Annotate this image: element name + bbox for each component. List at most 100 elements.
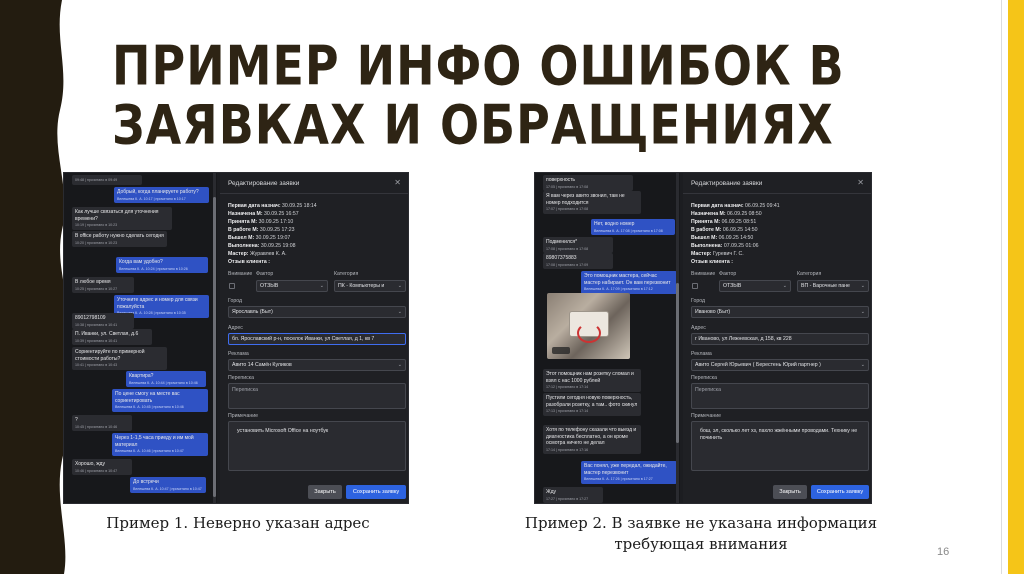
chevron-down-icon: ⌄ xyxy=(860,309,865,315)
chevron-down-icon: ⌄ xyxy=(860,283,865,289)
address-input[interactable]: г Иваново, ул Лежневская, д 158, кв 228 xyxy=(691,333,869,345)
chat-scrollbar[interactable] xyxy=(213,173,216,503)
close-button[interactable]: Закрыть xyxy=(773,485,807,499)
info-line: Принята М: 30.09.25 17:10 xyxy=(228,219,294,225)
ad-select[interactable]: Авито 14 Самён Куликов ⌄ xyxy=(228,359,406,371)
city-label: Город xyxy=(691,298,706,304)
info-line: Отзыв клиента : xyxy=(228,259,270,265)
category-select[interactable]: ПК - Компьютеры и ⌄ xyxy=(334,280,406,292)
slide-title: ПРИМЕР ИНФО ОШИБОК В ЗАЯВКАХ И ОБРАЩЕНИЯ… xyxy=(112,33,845,157)
category-label: Категория xyxy=(334,271,359,277)
city-select[interactable]: Ярославль (Быт) ⌄ xyxy=(228,306,406,318)
accent-bar xyxy=(1008,0,1024,574)
info-line: Первая дата назнач: 30.09.25 18:14 xyxy=(228,203,317,209)
wire-image xyxy=(577,323,601,343)
chat-message: Это помощник мастера, сейчас мастер наби… xyxy=(581,271,677,294)
panel-divider xyxy=(683,193,871,194)
correspondence-label: Переписка xyxy=(228,375,254,381)
chat-message: Жду 17:27 | прочитано в 17:27 xyxy=(543,487,603,503)
chat-message: В любое время 10:25 | прочитано в 10:27 xyxy=(72,277,134,293)
city-label: Город xyxy=(228,298,243,304)
address-label: Адрес xyxy=(228,325,243,331)
info-line: Отзыв клиента : xyxy=(691,259,733,265)
info-line: Мастер: Журавлев К. А. xyxy=(228,251,287,257)
chat-message: 89807375883 17:08 | прочитано в 17:09 xyxy=(543,253,613,269)
chat-message: Хорошо, жду 10:46 | прочитано в 10:47 xyxy=(72,459,132,475)
info-line: Назначена М: 30.09.25 16:57 xyxy=(228,211,299,217)
correspondence-textarea[interactable]: Переписка xyxy=(691,383,869,409)
chat-message: П. Иванки, ул. Светлая, д.6 10:39 | прочи… xyxy=(72,329,152,345)
close-icon[interactable]: ✕ xyxy=(857,178,864,187)
close-button[interactable]: Закрыть xyxy=(308,485,342,499)
page-number: 16 xyxy=(937,546,950,558)
note-textarea[interactable]: бош, эл, сколько лет хз, пахло жжёнными … xyxy=(691,421,869,471)
chevron-down-icon: ⌄ xyxy=(782,283,787,289)
chat-message: Добрый, когда планируете работу? Велешева… xyxy=(114,187,209,203)
panel-title: Редактирование заявки xyxy=(228,180,300,187)
correspondence-textarea[interactable]: Переписка xyxy=(228,383,406,409)
chat-message: ? 10:45 | прочитано в 10:46 xyxy=(72,415,132,431)
info-line: Принята М: 06.09.25 08:51 xyxy=(691,219,757,225)
photo-controls[interactable] xyxy=(552,347,570,354)
info-line: Вышел М: 06.09.25 14:50 xyxy=(691,235,754,241)
chat-panel: поверхность 17:05 | прочитано в 17:08 Я в… xyxy=(535,173,680,503)
chat-message: Как лучше связаться для уточнения времен… xyxy=(72,207,172,230)
chat-message: По цене смогу на месте вас сориентироват… xyxy=(112,389,208,412)
example2-caption: Пример 2. В заявке не указана информация… xyxy=(524,514,878,553)
chat-message: Нет, водно номер Велешева К. А. 17:08 | п… xyxy=(591,219,675,235)
correspondence-label: Переписка xyxy=(691,375,717,381)
factor-select[interactable]: ОТЗЫВ ⌄ xyxy=(256,280,328,292)
factor-label: Фактор xyxy=(719,271,737,277)
address-label: Адрес xyxy=(691,325,706,331)
chat-panel: 09:48 | прочитано в 09:49 Добрый, когда … xyxy=(64,173,217,503)
attention-label: Внимание xyxy=(228,271,253,277)
note-label: Примечание xyxy=(228,413,259,419)
chat-message: поверхность 17:05 | прочитано в 17:08 xyxy=(543,175,633,191)
edit-request-panel: Редактирование заявки ✕ Первая дата назн… xyxy=(220,173,408,503)
info-line: Вышел М: 30.09.25 19:07 xyxy=(228,235,291,241)
factor-select[interactable]: ОТЗЫВ ⌄ xyxy=(719,280,791,292)
info-line: В работе М: 06.09.25 14:50 xyxy=(691,227,758,233)
info-line: В работе М: 30.09.25 17:23 xyxy=(228,227,295,233)
save-button[interactable]: Сохранить заявку xyxy=(346,485,406,499)
chevron-down-icon: ⌄ xyxy=(397,309,402,315)
category-select[interactable]: ВП - Варочные пане ⌄ xyxy=(797,280,869,292)
city-select[interactable]: Иваново (Быт) ⌄ xyxy=(691,306,869,318)
right-divider-line xyxy=(1001,0,1002,574)
chat-message: До встречи Велешева К. А. 10:47 | прочита… xyxy=(130,477,206,493)
factor-label: Фактор xyxy=(256,271,274,277)
example1-screenshot: 09:48 | прочитано в 09:49 Добрый, когда … xyxy=(63,172,409,504)
chat-scrollbar[interactable] xyxy=(676,173,679,503)
ad-label: Реклама xyxy=(228,351,249,357)
close-icon[interactable]: ✕ xyxy=(394,178,401,187)
example2-screenshot: поверхность 17:05 | прочитано в 17:08 Я в… xyxy=(534,172,872,504)
attention-label: Внимание xyxy=(691,271,716,277)
chat-message: В office работу нужно сделать сегодня 10:… xyxy=(72,231,167,247)
chat-message: Этот помощник нам розетку сломал и взял … xyxy=(543,369,641,392)
info-line: Мастер: Гуревич Г. С. xyxy=(691,251,744,257)
panel-divider xyxy=(220,193,408,194)
category-label: Категория xyxy=(797,271,822,277)
chat-message: Вас понял, уже передал, ожидайте, мастер… xyxy=(581,461,677,484)
ad-select[interactable]: Авито Сергей Юрьевич ( Берестень Юрий па… xyxy=(691,359,869,371)
attached-photo[interactable] xyxy=(547,293,630,359)
chat-message: Сориентируйте по примерной стоимости раб… xyxy=(72,347,167,370)
save-button[interactable]: Сохранить заявку xyxy=(811,485,869,499)
info-line: Выполнена: 07.09.25 01:06 xyxy=(691,243,759,249)
info-line: Назначена М: 06.09.25 08:50 xyxy=(691,211,762,217)
example1-caption: Пример 1. Неверно указан адрес xyxy=(106,514,370,532)
info-line: Первая дата назнач: 06.09.25 09:41 xyxy=(691,203,780,209)
note-textarea[interactable]: установить Microsoft Office на ноутбук xyxy=(228,421,406,471)
chat-message: 89012798109 10:38 | прочитано в 10:41 xyxy=(72,313,134,329)
edit-request-panel: Редактирование заявки ✕ Первая дата назн… xyxy=(683,173,871,503)
panel-title: Редактирование заявки xyxy=(691,180,763,187)
chevron-down-icon: ⌄ xyxy=(319,283,324,289)
chat-message: 09:48 | прочитано в 09:49 xyxy=(72,175,142,185)
info-line: Выполнена: 30.09.25 19:08 xyxy=(228,243,296,249)
chat-message: Квартира? Велешева К. А. 10:44 | прочитан… xyxy=(126,371,206,387)
chat-message: Подменился* 17:08 | прочитано в 17:08 xyxy=(543,237,613,253)
attention-checkbox[interactable] xyxy=(692,283,698,289)
attention-checkbox[interactable] xyxy=(229,283,235,289)
chat-message: Я вам через авито звонил, там не номер п… xyxy=(543,191,641,214)
address-input[interactable]: бл. Ярославский р-н, поселок Иванки, ул … xyxy=(228,333,406,345)
